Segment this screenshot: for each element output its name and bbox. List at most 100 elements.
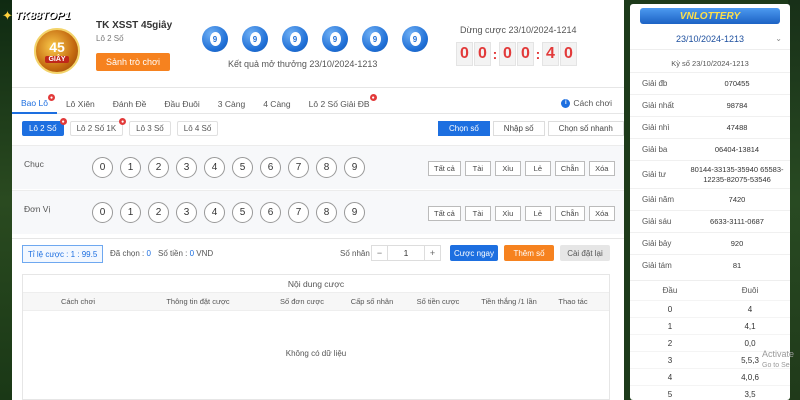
prize-row: Giải tư 80144-33135-35940 65583-12235-820… [630, 160, 790, 188]
select-odd-button[interactable]: Lẻ [524, 206, 551, 221]
result-ball: 9 [322, 26, 348, 52]
bet-amount: Số tiền : 0 VND [158, 249, 213, 258]
clear-button[interactable]: Xóa [588, 161, 615, 176]
result-label: Kết quả mở thưởng 23/10/2024-1213 [228, 59, 378, 69]
number-button[interactable]: 6 [260, 157, 281, 178]
select-all-button[interactable]: Tất cả [428, 161, 461, 176]
subtab-label: Lô 2 Số [29, 124, 57, 133]
number-button[interactable]: 9 [344, 157, 365, 178]
reset-button[interactable]: Cài đặt lại [560, 245, 610, 261]
number-button[interactable]: 3 [176, 157, 197, 178]
select-all-button[interactable]: Tất cả [428, 206, 461, 221]
subtab-lo-4-so[interactable]: Lô 4 Số [176, 121, 219, 136]
select-odd-button[interactable]: Lẻ [524, 161, 551, 176]
number-button[interactable]: 7 [288, 202, 309, 223]
number-button[interactable]: 0 [92, 157, 113, 178]
column-header: Số đơn cược [279, 297, 325, 306]
mode-pick-number[interactable]: Chọn số [438, 121, 490, 136]
select-even-button[interactable]: Chẵn [554, 206, 585, 221]
tab-lo-xien[interactable]: Lô Xiên [57, 94, 104, 114]
number-button[interactable]: 2 [148, 157, 169, 178]
add-number-button[interactable]: Thêm số [504, 245, 554, 261]
ball-number: 9 [249, 32, 261, 46]
period-dropdown[interactable]: 23/10/2024-1213 ⌄ [630, 28, 790, 50]
selected-count: Đã chọn : 0 [110, 249, 151, 258]
column-header: Thao tác [558, 297, 588, 306]
ball-number: 9 [209, 32, 221, 46]
head-tail-row: 1 4,1 [630, 317, 790, 334]
timer-colon: : [535, 46, 541, 62]
number-button[interactable]: 3 [176, 202, 197, 223]
prize-row: Giải năm 7420 [630, 188, 790, 210]
logo-icon: ✦ [2, 8, 13, 23]
subtab-label: Lô 4 Số [183, 124, 212, 133]
prize-label: Giải đb [642, 79, 668, 88]
select-small-button[interactable]: Xỉu [494, 161, 521, 176]
tab-danh-de[interactable]: Đánh Đề [104, 94, 156, 114]
prize-table: Giải đb 070455 Giải nhất 98784 Giải nhì 474… [630, 72, 790, 276]
number-button[interactable]: 8 [316, 202, 337, 223]
activation-watermark: Activate Go to Se [762, 348, 794, 372]
tab-3-cang[interactable]: 3 Càng [209, 94, 254, 114]
select-even-button[interactable]: Chẵn [554, 161, 585, 176]
clear-button[interactable]: Xóa [588, 206, 615, 221]
game-subtitle: Lô 2 Số [96, 34, 124, 43]
number-button[interactable]: 2 [148, 202, 169, 223]
badge-number: 45 [49, 38, 65, 55]
select-small-button[interactable]: Xỉu [494, 206, 521, 221]
minus-icon[interactable]: − [372, 248, 387, 258]
prize-row: Giải sáu 6633-3111-0687 [630, 210, 790, 232]
subtab-lo-2-so[interactable]: Lô 2 Số ● [22, 118, 67, 136]
subtab-lo-2-so-1k[interactable]: Lô 2 Số 1K ● [69, 118, 127, 136]
multiplier-input[interactable]: 1 [387, 246, 425, 260]
number-button[interactable]: 4 [204, 202, 225, 223]
selected-value: 0 [146, 249, 151, 258]
select-big-button[interactable]: Tài [464, 206, 491, 221]
number-button[interactable]: 6 [260, 202, 281, 223]
tab-4-cang[interactable]: 4 Càng [254, 94, 299, 114]
number-button[interactable]: 4 [204, 157, 225, 178]
brand-logo[interactable]: ✦ TK88TOP1 [2, 8, 70, 24]
result-period-title: Kỳ số 23/10/2024-1213 [671, 58, 749, 68]
tab-dau-duoi[interactable]: Đầu Đuôi [155, 94, 208, 114]
prize-label: Giải nhất [642, 101, 675, 110]
tail-cell: 4,1 [744, 321, 756, 331]
bet-content-table: Nội dung cược Cách chơi Thông tin đặt cư… [22, 274, 610, 400]
sidebar-brand: VNLOTTERY [679, 10, 741, 22]
mode-enter-number[interactable]: Nhập số [492, 121, 545, 136]
bet-now-button[interactable]: Cược ngay [450, 245, 498, 261]
number-button[interactable]: 1 [120, 157, 141, 178]
tab-label: Bao Lô [21, 98, 48, 108]
rules-label: Cách chơi [573, 98, 612, 108]
timer-digit: 0 [474, 42, 491, 66]
number-button[interactable]: 8 [316, 157, 337, 178]
plus-icon[interactable]: + [425, 248, 440, 258]
quick-select: Tất cả Tài Xỉu Lẻ Chẵn Xóa [428, 161, 615, 176]
number-button[interactable]: 9 [344, 202, 365, 223]
tab-label: Đầu Đuôi [164, 99, 200, 109]
ball-number: 9 [409, 32, 421, 46]
subtab-lo-3-so[interactable]: Lô 3 Số [129, 121, 171, 136]
number-button[interactable]: 5 [232, 202, 253, 223]
countdown-timer: 0 0 : 0 0 : 4 0 [456, 42, 577, 66]
prize-label: Giải sáu [642, 217, 672, 226]
head-cell: 1 [667, 321, 673, 331]
info-icon: i [561, 98, 571, 108]
tab-bao-lo[interactable]: Bao Lô ● [12, 94, 57, 114]
number-button[interactable]: 1 [120, 202, 141, 223]
timer-digit: 0 [560, 42, 577, 66]
prize-label: Giải bảy [642, 239, 672, 248]
row-label: Chục [24, 159, 44, 169]
timer-digit: 0 [456, 42, 473, 66]
timer-digit: 0 [499, 42, 516, 66]
lobby-button[interactable]: Sảnh trò chơi [96, 53, 170, 71]
number-button[interactable]: 0 [92, 202, 113, 223]
tab-lo-2-so-giai-db[interactable]: Lô 2 Số Giải ĐB ● [300, 94, 379, 114]
hot-badge-icon: ● [119, 118, 127, 125]
mode-quick-pick[interactable]: Chọn số nhanh [547, 121, 624, 136]
rules-link[interactable]: i Cách chơi [561, 98, 612, 108]
prize-label: Giải tư [642, 170, 667, 179]
number-button[interactable]: 5 [232, 157, 253, 178]
select-big-button[interactable]: Tài [464, 161, 491, 176]
number-button[interactable]: 7 [288, 157, 309, 178]
